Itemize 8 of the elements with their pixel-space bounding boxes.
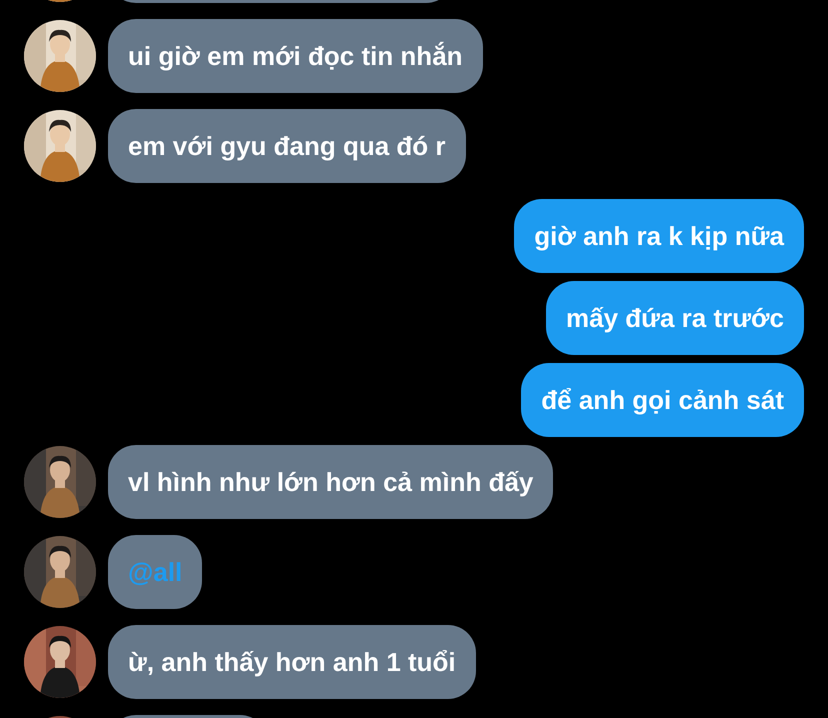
message-bubble: em với gyu đang qua đó r <box>108 109 466 183</box>
message-bubble: giờ anh ra k kịp nữa <box>514 199 804 273</box>
message-bubble: để anh gọi cảnh sát <box>521 363 804 437</box>
message-bubble: vl hình như lớn hơn cả mình đấy <box>108 445 554 519</box>
message-bubble: mấy đứa ra trước <box>546 281 804 355</box>
mention-bubble: @all <box>108 535 202 609</box>
message-bubble: ừ, anh thấy hơn anh 1 tuổi <box>108 625 476 699</box>
message-bubble: ui giờ em mới đọc tin nhắn <box>108 19 483 93</box>
